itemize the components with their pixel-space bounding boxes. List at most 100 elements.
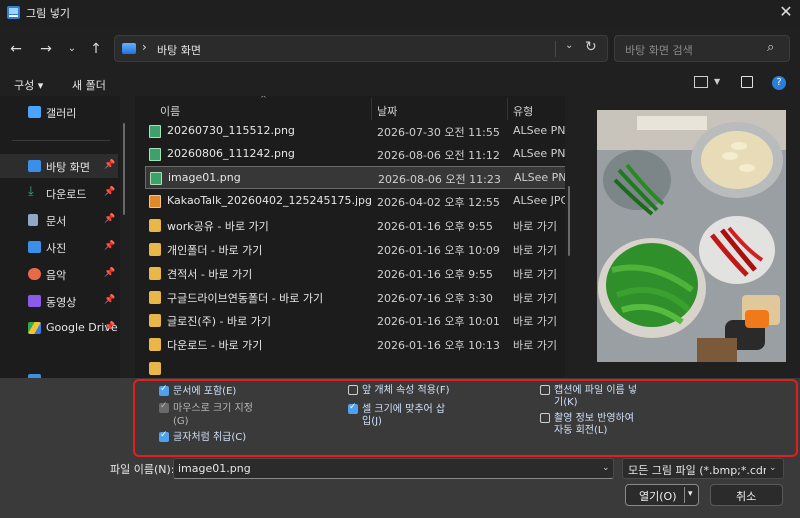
column-header-date[interactable]: 날짜 [377, 103, 397, 119]
file-type: ALSee JPG [513, 194, 565, 207]
checkbox-checked-icon[interactable] [159, 383, 169, 396]
sidebar-item-pictures[interactable]: 사진 📌 [0, 235, 118, 259]
option-label: 글자처럼 취급(C) [173, 432, 247, 443]
file-row[interactable]: 구글드라이브연동폴더 - 바로 가기 2026-07-16 오후 3:30 바로… [145, 286, 565, 309]
pin-icon: 📌 [104, 322, 116, 332]
forward-arrow-icon[interactable]: → [36, 39, 56, 59]
file-row-partial[interactable] [145, 357, 565, 378]
file-row[interactable]: 다운로드 - 바로 가기 2026-01-16 오후 10:13 바로 가기 [145, 333, 565, 356]
file-type: ALSee PNG [513, 147, 565, 160]
folder-shortcut-icon [149, 314, 161, 327]
sidebar-item-gallery[interactable]: 갤러리 [0, 100, 118, 124]
file-row[interactable]: 개인폴더 - 바로 가기 2026-01-16 오후 10:09 바로 가기 [145, 238, 565, 261]
file-date: 2026-01-16 오후 9:55 [377, 220, 493, 233]
file-row[interactable]: 견적서 - 바로 가기 2026-01-16 오후 9:55 바로 가기 [145, 262, 565, 285]
png-file-icon [150, 172, 162, 185]
up-arrow-icon[interactable]: ↑ [86, 39, 106, 59]
checkbox-checked-icon[interactable] [159, 429, 169, 442]
title-bar: 그림 넣기 ✕ [0, 0, 800, 26]
option-label: 문서에 포함(E) [173, 386, 237, 397]
sidebar-item-videos[interactable]: 동영상 📌 [0, 289, 118, 313]
file-list-scrollbar[interactable] [568, 96, 570, 378]
option-label: (G) [173, 416, 189, 427]
back-arrow-icon[interactable]: ← [6, 39, 26, 59]
sidebar-item-google-drive[interactable]: Google Drive 📌 [0, 316, 118, 340]
file-row[interactable]: 20260806_111242.png 2026-08-06 오전 11:12 … [145, 143, 565, 166]
file-name: work공유 - 바로 가기 [167, 220, 269, 233]
filename-input[interactable]: image01.png ⌄ [173, 458, 614, 479]
file-type: 바로 가기 [513, 292, 557, 305]
sidebar-item-documents[interactable]: 문서 📌 [0, 208, 118, 232]
checkbox-unchecked-icon[interactable] [540, 385, 550, 395]
filetype-dropdown-icon[interactable]: ⌄ [769, 463, 777, 473]
navigation-sidebar: 갤러리 바탕 화면 📌 ⤓ 다운로드 📌 문서 📌 사진 📌 음악 📌 동영상 … [0, 96, 120, 378]
sidebar-item-desktop[interactable]: 바탕 화면 📌 [0, 154, 118, 178]
address-dropdown-icon[interactable]: ⌄ [565, 40, 573, 51]
preview-pane-icon[interactable] [741, 76, 753, 88]
file-type: 바로 가기 [513, 315, 557, 328]
app-icon [7, 6, 20, 19]
search-placeholder: 바탕 화면 검색 [625, 44, 693, 57]
file-type: ALSee PNG [514, 171, 565, 184]
file-row[interactable]: work공유 - 바로 가기 2026-01-16 오후 9:55 바로 가기 [145, 214, 565, 237]
option-label: 자동 회전(L) [554, 425, 608, 436]
cancel-button[interactable]: 취소 [710, 484, 783, 506]
png-file-icon [149, 125, 161, 138]
preview-image [597, 110, 786, 362]
file-date: 2026-01-16 오후 10:09 [377, 244, 500, 257]
sidebar-item-label: 음악 [46, 269, 67, 282]
organize-menu-button[interactable]: 구성 ▾ [14, 77, 43, 93]
column-divider[interactable] [371, 98, 372, 120]
option-label: 마우스로 크기 지정 [173, 403, 253, 414]
file-row[interactable]: 20260730_115512.png 2026-07-30 오전 11:55 … [145, 120, 565, 143]
option-label: 앞 개체 속성 적용(F) [362, 385, 450, 396]
file-row[interactable]: 글로진(주) - 바로 가기 2026-01-16 오후 10:01 바로 가기 [145, 309, 565, 332]
open-dropdown-icon[interactable]: ▾ [688, 489, 693, 499]
folder-shortcut-icon [149, 338, 161, 351]
column-divider[interactable] [507, 98, 508, 120]
new-folder-button[interactable]: 새 폴더 [72, 77, 106, 93]
breadcrumb-location[interactable]: 바탕 화면 [157, 42, 201, 58]
sidebar-item-label: 갤러리 [46, 107, 77, 120]
filename-dropdown-icon[interactable]: ⌄ [602, 463, 610, 473]
sidebar-item-music[interactable]: 음악 📌 [0, 262, 118, 286]
checkbox-unchecked-icon[interactable] [540, 413, 550, 423]
google-drive-icon [28, 322, 41, 334]
refresh-icon[interactable]: ↻ [585, 39, 597, 55]
sidebar-scrollbar[interactable] [123, 96, 125, 378]
view-options-dropdown-icon[interactable]: ▼ [714, 77, 720, 86]
pin-icon: 📌 [104, 187, 116, 197]
filetype-select[interactable]: 모든 그림 파일 (*.bmp;*.cdr;*.c ⌄ [622, 458, 784, 479]
help-icon[interactable]: ? [772, 76, 786, 90]
file-date: 2026-01-16 오후 10:13 [377, 339, 500, 352]
folder-shortcut-icon [149, 362, 161, 375]
file-row[interactable]: KakaoTalk_20260402_125245175.jpg 2026-04… [145, 190, 565, 213]
recent-locations-chevron-icon[interactable]: ⌄ [62, 39, 82, 59]
file-name: 20260730_115512.png [167, 124, 295, 137]
sidebar-item-partial[interactable] [0, 368, 118, 378]
search-input[interactable]: 바탕 화면 검색 ⌕ [614, 35, 790, 62]
column-header-name[interactable]: 이름 [160, 103, 180, 119]
open-button-divider [684, 487, 685, 503]
open-button[interactable]: 열기(O) ▾ [625, 484, 699, 506]
file-row-selected[interactable]: image01.png 2026-08-06 오전 11:23 ALSee PN… [145, 166, 565, 189]
breadcrumb-chevron-icon[interactable]: › [142, 40, 147, 54]
address-bar[interactable]: › 바탕 화면 ⌄ ↻ [114, 35, 608, 62]
view-options-icon[interactable] [694, 76, 708, 88]
close-icon[interactable]: ✕ [776, 2, 796, 22]
sidebar-item-label: 다운로드 [46, 188, 87, 201]
png-file-icon [149, 148, 161, 161]
checkbox-checked-icon[interactable] [348, 401, 358, 414]
jpg-file-icon [149, 195, 161, 208]
search-icon[interactable]: ⌕ [767, 40, 774, 55]
filename-value: image01.png [178, 462, 251, 475]
checkbox-disabled-icon[interactable] [159, 400, 169, 413]
videos-icon [28, 295, 41, 307]
file-list: 이름 ^ 날짜 유형 20260730_115512.png 2026-07-3… [135, 96, 565, 378]
cancel-button-label: 취소 [736, 490, 757, 503]
music-icon [28, 268, 41, 280]
sidebar-divider [12, 140, 110, 141]
column-header-type[interactable]: 유형 [513, 103, 533, 119]
checkbox-unchecked-icon[interactable] [348, 385, 358, 395]
sidebar-item-downloads[interactable]: ⤓ 다운로드 📌 [0, 181, 118, 205]
